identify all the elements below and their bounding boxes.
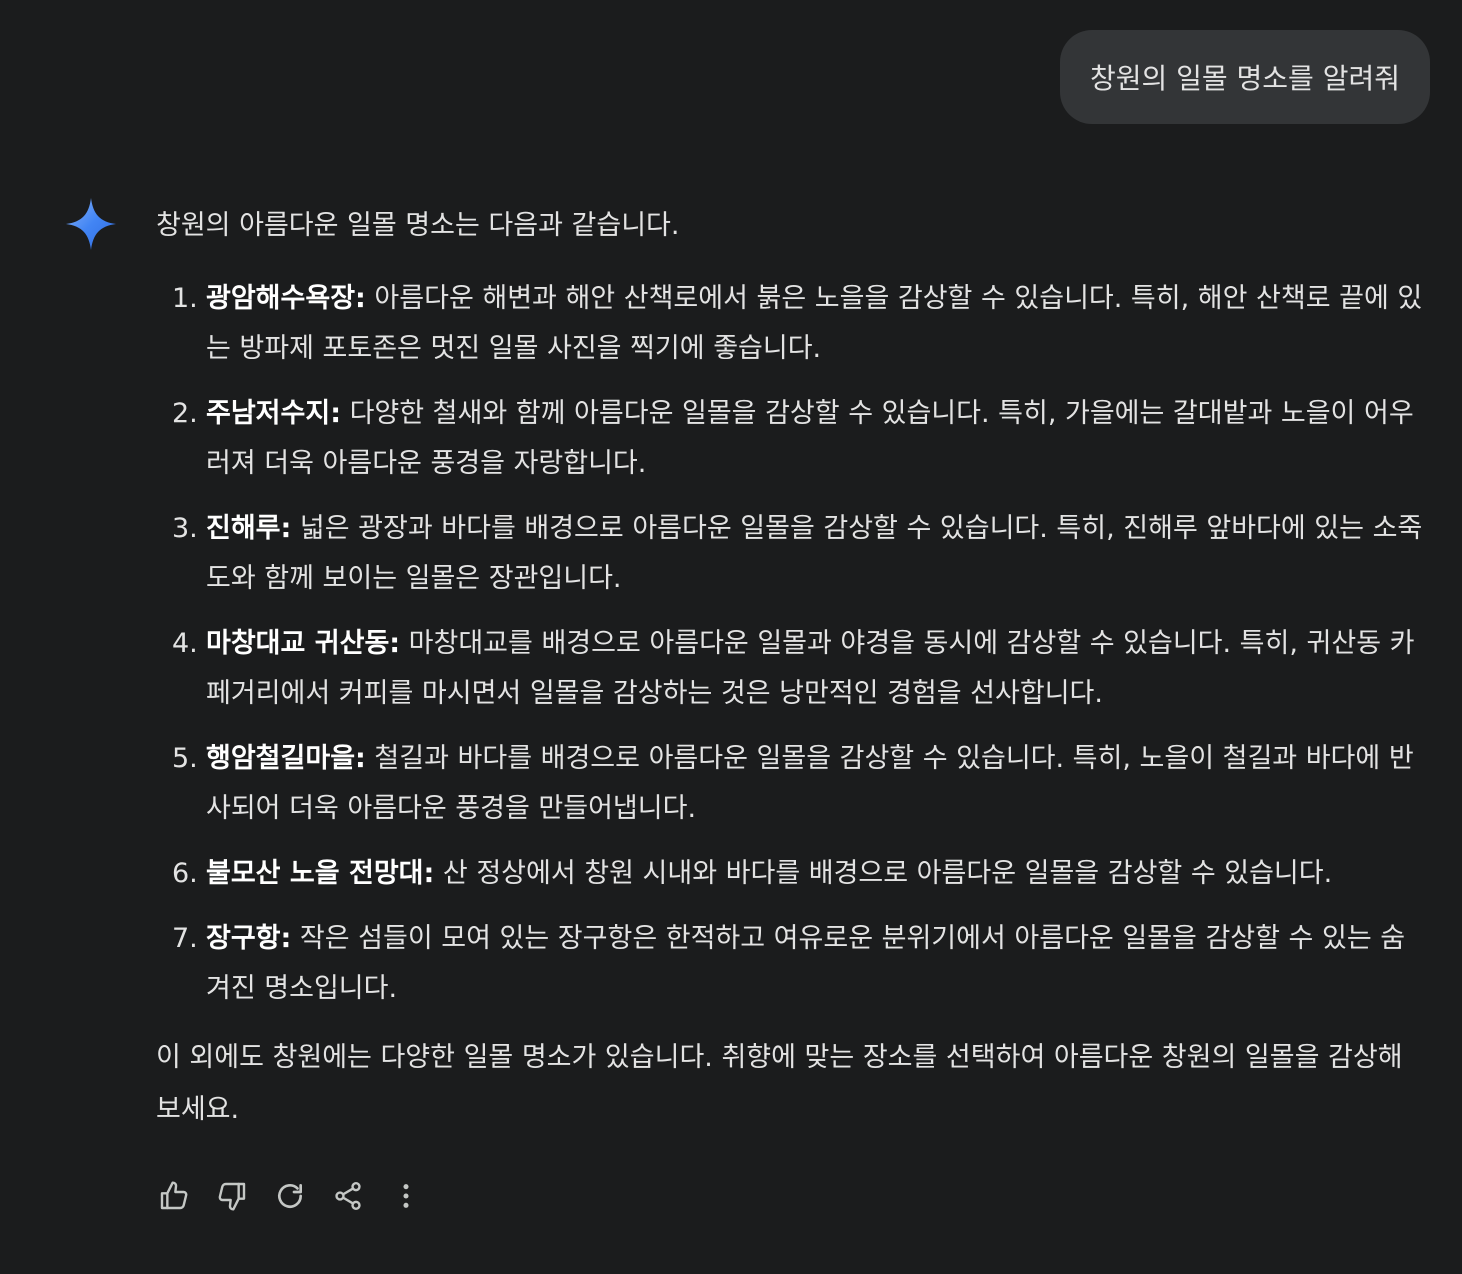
list-item: 6. 불모산 노을 전망대: 산 정상에서 창원 시내와 바다를 배경으로 아름… [156, 849, 1428, 899]
bad-response-button[interactable] [214, 1176, 250, 1216]
list-item-title: 불모산 노을 전망대: [206, 858, 435, 889]
response-outro: 이 외에도 창원에는 다양한 일몰 명소가 있습니다. 취향에 맞는 장소를 선… [156, 1042, 1403, 1125]
list-item-number: 6. [172, 858, 198, 889]
list-item-text: 넓은 광장과 바다를 배경으로 아름다운 일몰을 감상할 수 있습니다. 특히,… [206, 513, 1423, 594]
list-item: 7. 장구항: 작은 섬들이 모여 있는 장구항은 한적하고 여유로운 분위기에… [156, 914, 1428, 1014]
places-list: 1. 광암해수욕장: 아름다운 해변과 해안 산책로에서 붉은 노을을 감상할 … [156, 274, 1428, 1014]
good-response-button[interactable] [156, 1176, 192, 1216]
thumbs-up-icon [160, 1181, 188, 1210]
list-item-title: 주남저수지: [206, 398, 341, 429]
list-item-text: 다양한 철새와 함께 아름다운 일몰을 감상할 수 있습니다. 특히, 가을에는… [206, 398, 1414, 479]
list-item: 5. 행암철길마을: 철길과 바다를 배경으로 아름다운 일몰을 감상할 수 있… [156, 734, 1428, 834]
response-intro: 창원의 아름다운 일몰 명소는 다음과 같습니다. [156, 210, 680, 241]
list-item: 3. 진해루: 넓은 광장과 바다를 배경으로 아름다운 일몰을 감상할 수 있… [156, 504, 1428, 604]
thumbs-down-icon [218, 1182, 246, 1211]
list-item: 1. 광암해수욕장: 아름다운 해변과 해안 산책로에서 붉은 노을을 감상할 … [156, 274, 1428, 374]
list-item-number: 2. [172, 398, 198, 429]
list-item-number: 3. [172, 513, 198, 544]
regenerate-button[interactable] [272, 1176, 308, 1216]
list-item: 4. 마창대교 귀산동: 마창대교를 배경으로 아름다운 일몰과 야경을 동시에… [156, 619, 1428, 719]
list-item-number: 7. [172, 923, 198, 954]
list-item-number: 5. [172, 743, 198, 774]
response-actions [156, 1176, 424, 1216]
list-item-text: 아름다운 해변과 해안 산책로에서 붉은 노을을 감상할 수 있습니다. 특히,… [206, 283, 1423, 364]
list-item-title: 마창대교 귀산동: [206, 628, 401, 659]
more-options-button[interactable] [388, 1176, 424, 1216]
share-button[interactable] [330, 1176, 366, 1216]
list-item-text: 작은 섬들이 모여 있는 장구항은 한적하고 여유로운 분위기에서 아름다운 일… [206, 923, 1406, 1004]
more-vert-icon [403, 1184, 409, 1208]
list-item-title: 장구항: [206, 923, 292, 954]
gemini-sparkle-icon [66, 198, 116, 250]
list-item-number: 1. [172, 283, 198, 314]
response-content: 창원의 아름다운 일몰 명소는 다음과 같습니다. 1. 광암해수욕장: 아름다… [156, 196, 1428, 1136]
list-item-text: 철길과 바다를 배경으로 아름다운 일몰을 감상할 수 있습니다. 특히, 노을… [206, 743, 1414, 824]
list-item: 2. 주남저수지: 다양한 철새와 함께 아름다운 일몰을 감상할 수 있습니다… [156, 389, 1428, 489]
user-message-text: 창원의 일몰 명소를 알려줘 [1089, 62, 1400, 95]
share-icon [335, 1182, 361, 1210]
list-item-title: 진해루: [206, 513, 292, 544]
list-item-number: 4. [172, 628, 198, 659]
user-message-bubble: 창원의 일몰 명소를 알려줘 [1059, 30, 1430, 124]
list-item-title: 광암해수욕장: [206, 283, 366, 314]
list-item-text: 산 정상에서 창원 시내와 바다를 배경으로 아름다운 일몰을 감상할 수 있습… [434, 858, 1333, 889]
list-item-title: 행암철길마을: [206, 743, 366, 774]
regenerate-icon [278, 1184, 302, 1208]
